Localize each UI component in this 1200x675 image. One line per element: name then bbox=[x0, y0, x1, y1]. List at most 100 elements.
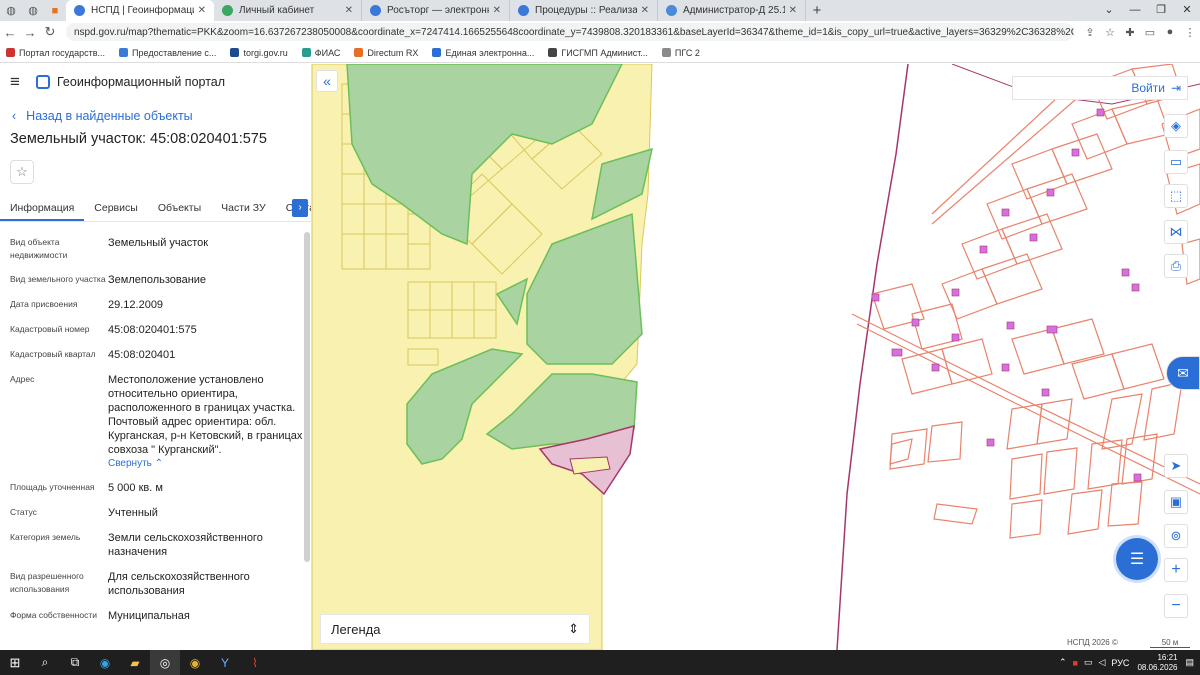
tab-favicon bbox=[222, 5, 233, 16]
pinned-tab-1[interactable]: ◍ bbox=[0, 0, 22, 21]
yandex-icon[interactable]: Y bbox=[210, 650, 240, 675]
login-button[interactable]: Войти ⇥ bbox=[1012, 76, 1188, 100]
acrobat-icon[interactable]: ⌇ bbox=[240, 650, 270, 675]
hamburger-menu-icon[interactable]: ≡ bbox=[10, 72, 36, 92]
favorite-star-button[interactable]: ☆ bbox=[10, 160, 34, 184]
notifications-icon[interactable]: ▤ bbox=[1185, 657, 1194, 668]
map-copyright: НСПД 2026 © bbox=[1064, 638, 1121, 647]
bookmark-item[interactable]: Directum RX bbox=[354, 48, 418, 58]
windows-start-icon[interactable]: ⊞ bbox=[0, 650, 30, 675]
reload-icon[interactable]: ↻ bbox=[40, 24, 60, 40]
map-canvas[interactable]: « Войти ⇥ ◈ ▭ ⬚ ⋈ ⎙ ✉ ➤ ▣ ⊚ + − ☰ Легенд… bbox=[312, 64, 1200, 650]
collapse-panel-button[interactable]: « bbox=[316, 70, 338, 92]
minimize-button[interactable]: — bbox=[1122, 0, 1148, 21]
volume-icon[interactable]: ◁ bbox=[1098, 657, 1105, 668]
search-icon[interactable]: ⌕ bbox=[30, 650, 60, 675]
attr-label: Площадь уточненная bbox=[10, 482, 95, 492]
attr-value: 5 000 кв. м bbox=[108, 482, 163, 494]
browser-tab-nspd[interactable]: НСПД | Геоинформационный п✕ bbox=[66, 0, 214, 21]
pinned-tab-2[interactable]: ◍ bbox=[22, 0, 44, 21]
chevron-up-icon: ⌃ bbox=[154, 458, 164, 469]
sidebar-icon[interactable]: ▭ bbox=[1140, 26, 1160, 39]
browser-tab-cabinet[interactable]: Личный кабинет ✕ bbox=[214, 0, 362, 21]
back-arrow-icon[interactable]: ← bbox=[0, 25, 20, 40]
edge-browser-icon[interactable]: ◉ bbox=[90, 650, 120, 675]
maximize-button[interactable]: ❐ bbox=[1148, 0, 1174, 21]
close-tab-icon[interactable]: ✕ bbox=[345, 5, 353, 16]
attr-row: Кадастровый номер 45:08:020401:575 bbox=[0, 323, 304, 337]
bookmark-item[interactable]: Единая электронна... bbox=[432, 48, 534, 58]
object-info-panel: ≡ Геоинформационный портал ‹ Назад в найд… bbox=[0, 64, 312, 650]
task-view-icon[interactable]: ⧉ bbox=[60, 650, 90, 675]
tabs-scroll-right-icon[interactable]: › bbox=[292, 199, 308, 217]
print-button[interactable]: ⎙ bbox=[1164, 254, 1188, 278]
gosuslugi-widget-icon[interactable]: ✉ bbox=[1166, 356, 1200, 390]
tray-app-icon[interactable]: ■ bbox=[1073, 658, 1078, 668]
bookmark-item[interactable]: Предоставление с... bbox=[119, 48, 216, 58]
new-tab-button[interactable]: + bbox=[806, 0, 828, 21]
browser-tab-procedures[interactable]: Процедуры :: Реализация госи✕ bbox=[510, 0, 658, 21]
bookmark-icon bbox=[119, 48, 129, 57]
forward-arrow-icon[interactable]: → bbox=[20, 25, 40, 40]
tray-chevron-icon[interactable]: ⌃ bbox=[1059, 657, 1067, 668]
legend-dropdown[interactable]: Легенда ⇕ bbox=[320, 614, 590, 644]
bookmark-item[interactable]: ГИСГМП Админист... bbox=[548, 48, 648, 58]
tab-search-icon[interactable]: ⌄ bbox=[1096, 0, 1122, 21]
url-text[interactable]: nspd.gov.ru/map?thematic=PKK&zoom=16.637… bbox=[74, 27, 1074, 38]
pinned-tab-3[interactable]: ■ bbox=[44, 0, 66, 21]
zoom-in-button[interactable]: + bbox=[1164, 558, 1188, 582]
tab-objects[interactable]: Объекты bbox=[148, 198, 211, 221]
layers-button[interactable]: ◈ bbox=[1164, 114, 1188, 138]
search-location-button[interactable]: ⊚ bbox=[1164, 524, 1188, 548]
close-tab-icon[interactable]: ✕ bbox=[493, 5, 501, 16]
tab-favicon bbox=[666, 5, 677, 16]
login-icon: ⇥ bbox=[1170, 81, 1181, 95]
clock-date: 08.06.2026 bbox=[1137, 662, 1178, 672]
share-icon[interactable]: ⇪ bbox=[1080, 26, 1100, 39]
browser-tab-admin[interactable]: Администратор-Д 25.1.350.417✕ bbox=[658, 0, 806, 21]
attr-value: Муниципальная bbox=[108, 610, 190, 622]
close-window-button[interactable]: ✕ bbox=[1174, 0, 1200, 21]
profile-icon[interactable]: ● bbox=[1160, 26, 1180, 38]
bookmark-icon bbox=[230, 48, 240, 57]
attr-row: Статус Учтенный bbox=[0, 506, 304, 520]
language-indicator[interactable]: РУС bbox=[1111, 658, 1129, 668]
bookmark-item[interactable]: ПГС 2 bbox=[661, 48, 700, 58]
buildings[interactable] bbox=[871, 108, 1142, 482]
attr-label: Дата присвоения bbox=[10, 299, 78, 309]
portal-logo-icon bbox=[36, 75, 50, 89]
tab-parts[interactable]: Части ЗУ bbox=[211, 198, 276, 221]
collapse-link[interactable]: Свернуть ⌃ bbox=[108, 457, 304, 471]
network-icon[interactable]: ▭ bbox=[1084, 657, 1093, 668]
share-map-button[interactable]: ⋈ bbox=[1164, 220, 1188, 244]
tab-information[interactable]: Информация bbox=[0, 198, 85, 221]
tab-services[interactable]: Сервисы bbox=[84, 198, 148, 221]
zoom-out-button[interactable]: − bbox=[1164, 594, 1188, 618]
chrome-icon[interactable]: ◉ bbox=[180, 650, 210, 675]
file-explorer-icon[interactable]: ▰ bbox=[120, 650, 150, 675]
ruler-button[interactable]: ▭ bbox=[1164, 150, 1188, 174]
panel-scrollbar[interactable] bbox=[304, 232, 310, 562]
url-field[interactable]: nspd.gov.ru/map?thematic=PKK&zoom=16.637… bbox=[66, 23, 1074, 41]
residential-parcels[interactable] bbox=[851, 64, 1200, 539]
extensions-icon[interactable]: ✚ bbox=[1120, 26, 1140, 39]
bookmark-star-icon[interactable]: ☆ bbox=[1100, 26, 1120, 39]
browser-tab-rostorg[interactable]: Росъторг — электронная торгo✕ bbox=[362, 0, 510, 21]
nspd-app-icon[interactable]: ◎ bbox=[150, 650, 180, 675]
cadastral-map[interactable] bbox=[312, 64, 1200, 650]
bookmark-item[interactable]: ФИАС bbox=[301, 48, 340, 58]
clock[interactable]: 16:21 08.06.2026 bbox=[1137, 653, 1177, 673]
attr-label: Кадастровый номер bbox=[10, 324, 90, 334]
menu-icon[interactable]: ⋮ bbox=[1180, 26, 1200, 39]
close-tab-icon[interactable]: ✕ bbox=[198, 5, 206, 16]
close-tab-icon[interactable]: ✕ bbox=[641, 5, 649, 16]
attr-row: Вид земельного участка Землепользование bbox=[0, 273, 304, 287]
close-tab-icon[interactable]: ✕ bbox=[789, 5, 797, 16]
bookmark-item[interactable]: torgi.gov.ru bbox=[230, 48, 288, 58]
select-area-button[interactable]: ⬚ bbox=[1164, 184, 1188, 208]
minimap-button[interactable]: ▣ bbox=[1164, 490, 1188, 514]
bookmark-item[interactable]: Портал государств... bbox=[6, 48, 105, 58]
chat-bubble-icon[interactable]: ☰ bbox=[1116, 538, 1158, 580]
back-to-results-link[interactable]: ‹ Назад в найденные объекты bbox=[12, 109, 311, 123]
geolocation-button[interactable]: ➤ bbox=[1164, 454, 1188, 478]
